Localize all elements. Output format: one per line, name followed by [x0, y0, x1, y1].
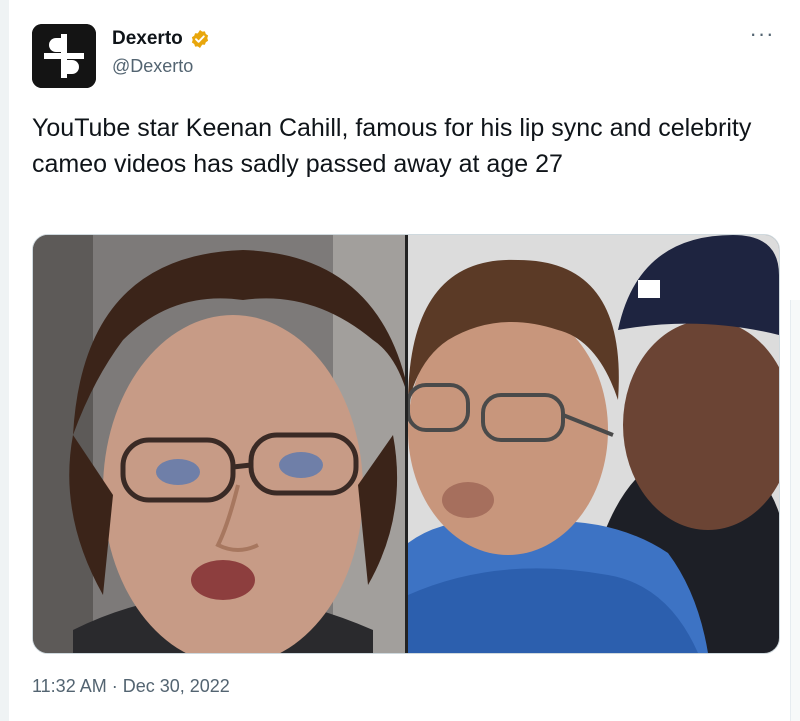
- account-names: Dexerto @Dexerto: [112, 28, 210, 77]
- display-name[interactable]: Dexerto: [112, 28, 183, 50]
- avatar[interactable]: [32, 24, 96, 88]
- more-options-icon[interactable]: ···: [748, 23, 776, 48]
- scrollbar-track[interactable]: [790, 300, 800, 721]
- tweet-timestamp[interactable]: 11:32 AM · Dec 30, 2022: [32, 676, 230, 697]
- verified-badge-icon: [192, 30, 209, 48]
- photo-keenan-cahill-portrait[interactable]: [33, 235, 405, 653]
- tweet-header: Dexerto @Dexerto ···: [32, 22, 782, 88]
- photo-keenan-cahill-with-50-cent[interactable]: [408, 235, 779, 653]
- tweet-time: 11:32 AM: [32, 676, 107, 696]
- tweet-text: YouTube star Keenan Cahill, famous for h…: [32, 114, 752, 178]
- dexerto-logo-icon: [32, 24, 96, 88]
- account-handle[interactable]: @Dexerto: [112, 56, 210, 77]
- page-left-border: [0, 0, 9, 721]
- timestamp-separator: ·: [106, 676, 123, 696]
- tweet-media[interactable]: [32, 234, 780, 654]
- tweet-date: Dec 30, 2022: [122, 676, 230, 696]
